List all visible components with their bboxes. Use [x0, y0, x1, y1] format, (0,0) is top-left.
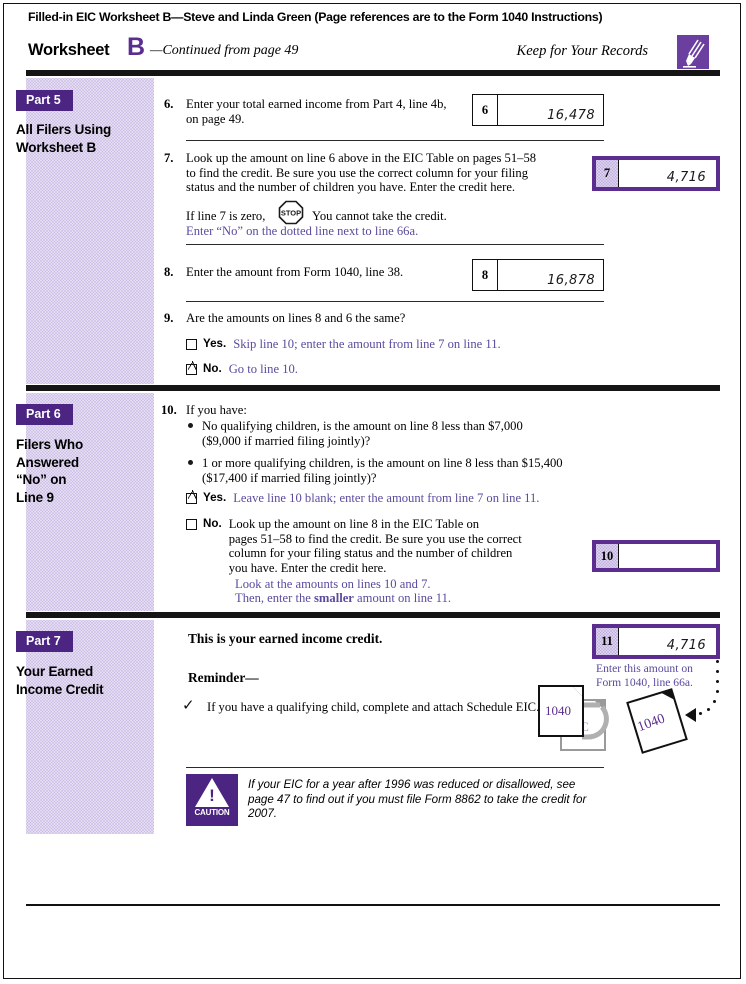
page-bottom-rule — [26, 904, 720, 906]
form-1040-doc-icon: 1040 — [538, 685, 584, 737]
worksheet-label: Worksheet — [28, 41, 110, 59]
line10-instruction2-pre: Then, enter the — [235, 591, 315, 605]
line10-bullet2-marker — [188, 460, 193, 465]
line10-bullet2-text: 1 or more qualifying children, is the am… — [202, 456, 563, 485]
line10-answer-box[interactable]: 10 — [592, 540, 720, 572]
line11-value-cell[interactable]: 4,716 — [619, 628, 716, 655]
line9-no-checkbox[interactable] — [186, 361, 197, 375]
part6-title: Filers Who Answered “No” on Line 9 — [16, 437, 84, 505]
part5-title: All Filers Using Worksheet B — [16, 122, 112, 155]
line10-bullet1-marker — [188, 423, 193, 428]
pen-icon — [677, 35, 709, 69]
line8-answer-box[interactable]: 8 16,878 — [472, 259, 604, 291]
form-1040-fold-inner — [573, 687, 582, 696]
line8-text: Enter the amount from Form 1040, line 38… — [186, 265, 404, 279]
line9-no-row[interactable]: No. Go to line 10. — [186, 361, 298, 377]
rule-above-caution — [186, 767, 604, 768]
line9-yes-text: Skip line 10; enter the amount from line… — [233, 337, 501, 351]
line9-number: 9. — [164, 311, 174, 325]
line11-text: This is your earned income credit. — [188, 631, 383, 646]
line10-bullet1-text: No qualifying children, is the amount on… — [202, 419, 523, 448]
line6-box-label: 6 — [473, 95, 498, 125]
reminder-check-icon: ✓ — [182, 696, 195, 714]
line9-no-label: No. — [203, 362, 222, 375]
part7-sidebar — [26, 620, 154, 834]
line10-instruction2-bold: smaller — [314, 591, 354, 605]
form-1040-label: 1040 — [545, 703, 571, 718]
line10-intro: If you have: — [186, 403, 247, 417]
line6-value-cell[interactable]: 16,478 — [498, 95, 603, 125]
line9-no-text: Go to line 10. — [228, 362, 298, 376]
line10-yes-checkbox[interactable] — [186, 490, 197, 504]
caution-triangle-icon — [195, 778, 229, 807]
line7-stop-text-after: You cannot take the credit. — [312, 209, 447, 223]
caution-icon: CAUTION — [186, 774, 238, 826]
line7-box-label: 7 — [596, 160, 619, 187]
line10-value-cell[interactable] — [619, 544, 716, 568]
worksheet-continued: —Continued from page 49 — [150, 43, 299, 58]
form-1040-tilted-fold — [660, 689, 675, 704]
line10-number: 10. — [161, 403, 177, 417]
line10-no-instruction2: Then, enter the smaller amount on line 1… — [235, 591, 451, 606]
dotted-arrow-head-icon — [685, 708, 696, 722]
line6-answer-box[interactable]: 6 16,478 — [472, 94, 604, 126]
line7-value-cell[interactable]: 4,716 — [619, 160, 716, 187]
part7-badge: Part 7 — [16, 631, 73, 652]
form-1040-tilted-graphic: 1040 — [626, 660, 739, 754]
line10-yes-row[interactable]: Yes. Leave line 10 blank; enter the amou… — [186, 490, 540, 506]
line10-yes-label: Yes. — [203, 491, 227, 504]
line10-yes-text: Leave line 10 blank; enter the amount fr… — [233, 491, 540, 505]
keep-for-records-note: Keep for Your Records — [516, 43, 648, 59]
stop-icon: STOP — [278, 200, 304, 225]
line10-no-row[interactable]: No. Look up the amount on line 8 in the … — [186, 517, 586, 575]
divider-part5-top — [26, 70, 720, 76]
svg-text:STOP: STOP — [281, 209, 301, 218]
line10-no-instruction1: Look at the amounts on lines 10 and 7. — [235, 577, 431, 591]
divider-part6-top — [26, 385, 720, 391]
line7-number: 7. — [164, 151, 174, 165]
line10-no-label: No. — [203, 517, 222, 530]
rule-after-line6 — [186, 140, 604, 141]
line10-no-checkbox[interactable] — [186, 519, 197, 530]
line9-yes-row[interactable]: Yes. Skip line 10; enter the amount from… — [186, 337, 501, 352]
line7-text: Look up the amount on line 6 above in th… — [186, 151, 537, 195]
caution-text: If your EIC for a year after 1996 was re… — [248, 778, 587, 820]
caution-icon-word: CAUTION — [194, 808, 230, 817]
line9-yes-label: Yes. — [203, 337, 227, 350]
form-1040-tilted-label: 1040 — [635, 711, 668, 736]
page-title: Filled-in EIC Worksheet B—Steve and Lind… — [28, 10, 603, 24]
line11-answer-box[interactable]: 11 4,716 — [592, 624, 720, 659]
rule-after-line8 — [186, 301, 604, 302]
form-1040-tilted-doc-icon: 1040 — [626, 688, 688, 754]
line7-stop-instruction: Enter “No” on the dotted line next to li… — [186, 224, 419, 238]
line8-number: 8. — [164, 265, 174, 279]
line7-answer-box[interactable]: 7 4,716 — [592, 156, 720, 191]
form-attachment-graphic: EIC 1040 — [538, 685, 618, 751]
worksheet-heading: Worksheet B —Continued from page 49 Keep… — [28, 33, 718, 69]
reminder-text: If you have a qualifying child, complete… — [207, 700, 540, 714]
reminder-heading: Reminder— — [188, 670, 259, 685]
line8-box-label: 8 — [473, 260, 498, 290]
line6-number: 6. — [164, 97, 174, 111]
line9-text: Are the amounts on lines 8 and 6 the sam… — [186, 311, 406, 325]
line6-text: Enter your total earned income from Part… — [186, 97, 447, 126]
divider-part7-top — [26, 612, 720, 618]
part5-badge: Part 5 — [16, 90, 73, 111]
line10-box-label: 10 — [596, 544, 619, 568]
worksheet-letter: B — [127, 33, 146, 61]
line7-stop-text-before: If line 7 is zero, — [186, 209, 266, 223]
rule-after-line7 — [186, 244, 604, 245]
line10-no-text: Look up the amount on line 8 in the EIC … — [228, 517, 522, 575]
line10-instruction2-post: amount on line 11. — [353, 591, 452, 605]
line9-yes-checkbox[interactable] — [186, 339, 197, 350]
worksheet-page: Filled-in EIC Worksheet B—Steve and Lind… — [3, 3, 741, 979]
part7-title: Your Earned Income Credit — [16, 664, 104, 697]
part6-badge: Part 6 — [16, 404, 73, 425]
line11-box-label: 11 — [596, 628, 619, 655]
line8-value-cell[interactable]: 16,878 — [498, 260, 603, 290]
